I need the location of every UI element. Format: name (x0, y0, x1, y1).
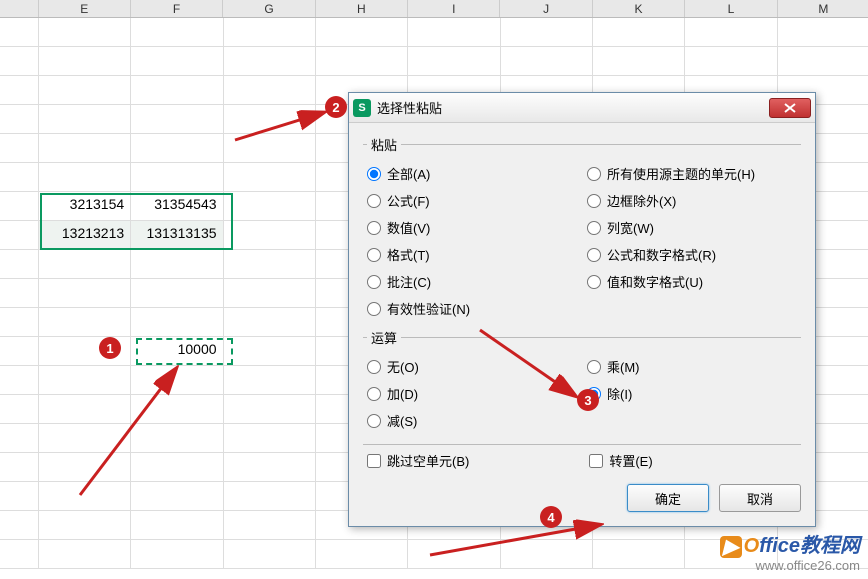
watermark: ▶Office教程网 www.office26.com (720, 529, 860, 573)
annotation-arrows (0, 0, 868, 579)
watermark-brand: ▶Office教程网 (720, 529, 860, 558)
watermark-url: www.office26.com (720, 558, 860, 573)
watermark-icon: ▶ (720, 536, 742, 558)
